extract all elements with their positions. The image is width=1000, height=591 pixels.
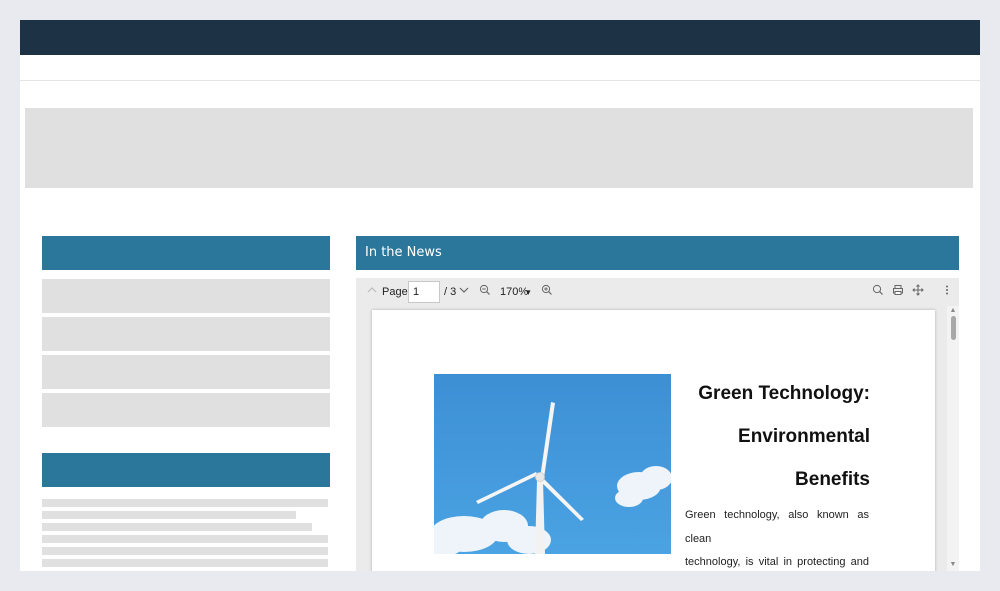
top-bar xyxy=(20,20,980,55)
news-section-header: In the News xyxy=(356,236,959,270)
document-body-line: Green technology, also known as clean xyxy=(685,509,869,545)
document-body: Green technology, also known as clean te… xyxy=(685,504,869,571)
more-vertical-icon[interactable] xyxy=(939,284,955,300)
print-icon[interactable] xyxy=(890,284,906,300)
sidebar-section-header xyxy=(42,453,330,487)
sidebar-item[interactable] xyxy=(42,279,330,313)
page-number-input[interactable] xyxy=(408,281,440,303)
text-line-placeholder xyxy=(42,523,312,531)
document-title: Green Technology: Environmental Benefits xyxy=(610,372,870,501)
page-label: Page xyxy=(382,286,408,298)
page: In the News Page / 3 170% ▾ xyxy=(20,20,980,571)
zoom-in-icon[interactable] xyxy=(539,284,555,300)
sidebar-item[interactable] xyxy=(42,355,330,389)
text-line-placeholder xyxy=(42,511,296,519)
sidebar-item[interactable] xyxy=(42,317,330,351)
scroll-thumb[interactable] xyxy=(951,316,956,340)
banner-placeholder xyxy=(25,108,973,188)
pdf-toolbar: Page / 3 170% ▾ xyxy=(356,278,959,306)
document-title-line: Green Technology: xyxy=(698,383,870,404)
text-line-placeholder xyxy=(42,499,328,507)
zoom-dropdown-icon[interactable]: ▾ xyxy=(526,278,531,306)
zoom-level[interactable]: 170% xyxy=(500,278,528,306)
search-icon[interactable] xyxy=(870,284,886,300)
page-total: / 3 xyxy=(444,286,457,298)
pan-icon[interactable] xyxy=(910,284,926,300)
document-page: Green Technology: Environmental Benefits… xyxy=(372,310,935,571)
text-line-placeholder xyxy=(42,535,328,543)
sidebar-header xyxy=(42,236,330,270)
document-area: Green Technology: Environmental Benefits… xyxy=(356,306,959,571)
chevron-up-icon[interactable] xyxy=(364,284,380,300)
zoom-out-icon[interactable] xyxy=(477,284,493,300)
document-title-line: Environmental xyxy=(738,426,870,447)
document-title-line: Benefits xyxy=(795,469,870,490)
sub-navigation xyxy=(20,55,980,81)
text-line-placeholder xyxy=(42,547,328,555)
document-body-line: technology, is vital in protecting and xyxy=(685,556,869,568)
scroll-down-arrow-icon[interactable]: ▼ xyxy=(949,561,957,568)
pdf-viewer: Page / 3 170% ▾ xyxy=(356,278,959,571)
sidebar-item[interactable] xyxy=(42,393,330,427)
text-line-placeholder xyxy=(42,559,328,567)
vertical-scrollbar[interactable]: ▲ ▼ xyxy=(947,306,959,571)
chevron-down-icon[interactable] xyxy=(456,284,472,300)
scroll-up-arrow-icon[interactable]: ▲ xyxy=(949,307,957,314)
